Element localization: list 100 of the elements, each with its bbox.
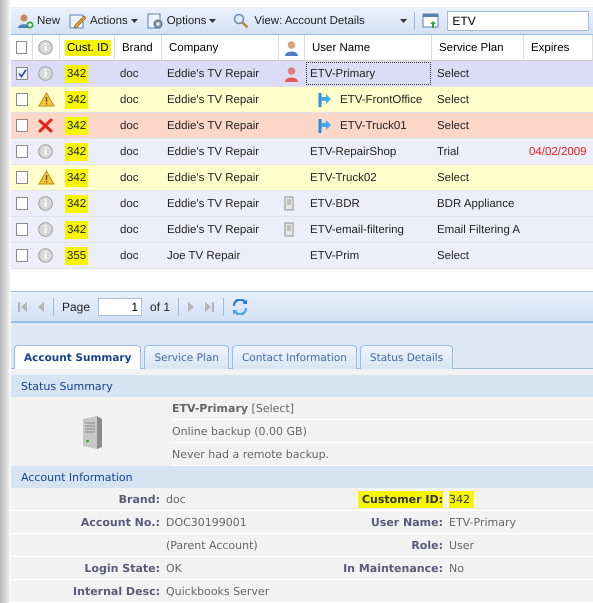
table-cell: ETV-email-filtering — [310, 224, 404, 236]
table-cell: Eddie's TV Repair — [167, 146, 260, 158]
table-cell: ETV-RepairShop — [310, 146, 396, 158]
refresh-button[interactable] — [232, 298, 248, 314]
table-cell: 355 — [65, 246, 88, 264]
table-row[interactable]: 342 doc Eddie's TV Repair ETV-email-filtering Email Filtering A — [11, 217, 593, 243]
field-value: doc — [166, 492, 187, 508]
column-header[interactable]: Company — [167, 40, 220, 56]
window-icon — [422, 12, 440, 28]
row-checkbox[interactable] — [16, 223, 28, 236]
field-value: ETV-Primary — [449, 514, 518, 530]
table-cell: Email Filtering A — [437, 224, 520, 236]
table-cell: 04/02/2009 — [529, 146, 587, 158]
last-page-icon — [203, 300, 216, 312]
table-cell: Eddie's TV Repair — [167, 224, 260, 236]
column-header[interactable]: User Name — [310, 40, 372, 56]
caret-icon — [400, 18, 408, 22]
field-label: Role: — [410, 538, 443, 554]
table-cell: doc — [120, 120, 139, 132]
settings-icon — [146, 12, 164, 28]
child-arrow-icon — [318, 118, 332, 134]
table-cell: doc — [120, 224, 139, 236]
table-cell: Select — [437, 120, 469, 132]
tab[interactable]: Status Details — [360, 345, 454, 369]
table-cell: ETV-Prim — [310, 250, 360, 262]
table-cell: Eddie's TV Repair — [167, 120, 260, 132]
field-value: OK — [166, 560, 183, 576]
field-label: In Maintenance: — [342, 560, 443, 576]
table-row[interactable]: 342 doc Eddie's TV Repair ETV-Truck01 Select — [11, 113, 593, 139]
table-cell: ETV-BDR — [310, 198, 360, 210]
toolbar-button[interactable]: Actions — [67, 10, 140, 30]
field-value: User — [449, 538, 476, 554]
table-cell: Joe TV Repair — [167, 250, 240, 262]
table-cell: doc — [120, 68, 139, 80]
table-cell: 342 — [65, 90, 88, 108]
tab[interactable]: Service Plan — [144, 345, 229, 369]
table-cell: Select — [437, 68, 469, 80]
edit-icon — [69, 12, 88, 28]
field-value: DOC30199001 — [166, 514, 248, 530]
table-cell: Select — [437, 250, 469, 262]
table-cell: 342 — [65, 116, 88, 134]
table-cell: doc — [120, 198, 139, 210]
toolbar-button[interactable]: New — [15, 10, 62, 30]
next-page-icon — [187, 300, 196, 312]
column-header[interactable]: Brand — [120, 40, 155, 56]
table-cell: ETV-FrontOffice — [340, 94, 422, 106]
previous-page-icon — [37, 300, 45, 312]
field-label: Customer ID: — [358, 490, 443, 508]
select-all-checkbox[interactable] — [16, 41, 27, 54]
search-icon — [233, 12, 250, 28]
table-cell: Select — [437, 94, 469, 106]
column-header[interactable]: Expires — [529, 40, 572, 56]
table-cell: doc — [120, 94, 139, 106]
table-row[interactable]: 342 doc Eddie's TV Repair ETV-Primary Select — [11, 61, 593, 87]
row-checkbox[interactable] — [16, 249, 28, 262]
table-cell: 342 — [65, 64, 88, 82]
table-cell: Eddie's TV Repair — [167, 68, 260, 80]
table-row[interactable]: 342 doc Eddie's TV Repair ETV-RepairShop Trial 04/02/2009 — [11, 139, 593, 165]
table-cell: ETV-Truck01 — [340, 120, 407, 132]
toolbar-button[interactable]: Options — [144, 10, 218, 30]
row-checkbox[interactable] — [16, 119, 28, 132]
field-label: Internal Desc: — [72, 584, 160, 600]
row-checkbox[interactable] — [16, 171, 28, 184]
caret-icon — [130, 18, 138, 22]
field-label: Login State: — [83, 560, 160, 576]
server-icon — [80, 414, 102, 448]
row-checkbox[interactable] — [16, 145, 28, 158]
table-cell: Trial — [437, 146, 459, 158]
table-cell: doc — [120, 250, 139, 262]
field-value: (Parent Account) — [166, 538, 259, 554]
search-field[interactable]: ETV — [447, 10, 589, 30]
person-icon — [284, 40, 299, 56]
table-row[interactable]: 342 doc Eddie's TV Repair ETV-BDR BDR Appliance — [11, 191, 593, 217]
status-line: Online backup (0.00 GB) — [172, 424, 307, 438]
tab[interactable]: Account Summary — [14, 345, 142, 369]
page-field[interactable]: 1 — [98, 298, 142, 316]
table-cell: doc — [120, 146, 139, 158]
row-checkbox[interactable] — [16, 67, 28, 80]
row-checkbox[interactable] — [16, 93, 28, 106]
field-label: User Name: — [370, 514, 443, 530]
child-arrow-icon — [318, 92, 332, 108]
section-header: Status Summary — [11, 375, 593, 397]
first-page-icon — [17, 300, 29, 312]
table-row[interactable]: 342 doc Eddie's TV Repair ETV-FrontOffice Select — [11, 87, 593, 113]
caret-icon — [209, 18, 216, 22]
field-value: No — [449, 560, 465, 576]
status-line: ETV-Primary [Select] — [172, 402, 294, 414]
table-cell: 342 — [65, 168, 88, 186]
tab[interactable]: Contact Information — [232, 345, 357, 369]
view-dropdown[interactable]: View: Account Details — [231, 10, 410, 30]
section-header: Account Information — [11, 466, 593, 488]
table-cell: 342 — [65, 142, 88, 160]
table-row[interactable]: 355 doc Joe TV Repair ETV-Prim Select — [11, 243, 593, 269]
row-checkbox[interactable] — [16, 197, 28, 210]
column-header[interactable]: Service Plan — [437, 40, 506, 56]
page-count: of 1 — [150, 300, 170, 314]
column-header[interactable]: Cust. ID — [65, 40, 111, 56]
table-cell: Eddie's TV Repair — [167, 94, 260, 106]
field-value: Quickbooks Server — [166, 584, 270, 600]
table-row[interactable]: 342 doc Eddie's TV Repair ETV-Truck02 Select — [11, 165, 593, 191]
